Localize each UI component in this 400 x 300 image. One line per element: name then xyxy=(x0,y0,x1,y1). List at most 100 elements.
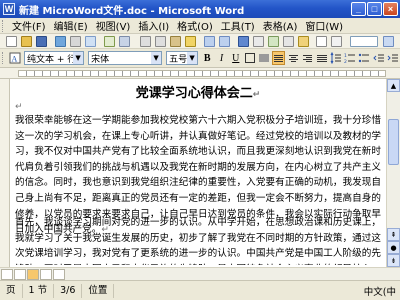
menu-window[interactable]: 窗口(W) xyxy=(301,18,347,33)
status-page-label: 页 xyxy=(6,284,16,296)
distributed-align-icon[interactable] xyxy=(315,51,327,65)
line-spacing-icon[interactable] xyxy=(330,51,342,65)
scroll-thumb[interactable] xyxy=(388,119,399,165)
bullets-icon[interactable] xyxy=(358,51,370,65)
status-position: 位置 xyxy=(82,283,115,298)
standard-toolbar xyxy=(0,34,400,49)
window-title: 新建 MicroWord文件.doc - Microsoft Word xyxy=(19,5,245,17)
align-justify-icon[interactable] xyxy=(272,51,285,65)
normal-view-icon[interactable] xyxy=(1,268,13,280)
status-language: 中文(中 xyxy=(363,287,396,298)
status-section: 1 节 xyxy=(23,283,55,298)
toolbar-grip xyxy=(2,52,5,64)
format-painter-icon[interactable] xyxy=(185,36,196,47)
previous-page-icon[interactable]: ⇞ xyxy=(387,228,400,241)
paragraph-mark-icon: ↵ xyxy=(15,102,23,112)
decrease-indent-icon[interactable] xyxy=(372,51,385,65)
menu-view[interactable]: 视图(V) xyxy=(92,18,135,33)
increase-indent-icon[interactable] xyxy=(387,51,399,65)
menu-table[interactable]: 表格(A) xyxy=(259,18,302,33)
status-page-count: 3/6 xyxy=(54,283,83,298)
next-page-icon[interactable]: ⇟ xyxy=(387,254,400,267)
title-bar: W 新建 MicroWord文件.doc - Microsoft Word _ … xyxy=(0,0,400,18)
document-paragraph: 首先，我谈谈学习期间对党的进一步的认识。从中学开始，在思想政治课和历史课上，我就… xyxy=(15,215,381,265)
window-controls: _ □ × xyxy=(351,2,398,16)
document-page[interactable]: 党课学习心得体会二↵ ↵ 我很荣幸能够在这一学期能参加我校党校第六十六期入党积极… xyxy=(11,79,385,267)
chevron-down-icon[interactable]: ▼ xyxy=(187,52,198,64)
undo-icon[interactable] xyxy=(204,36,215,47)
cut-icon[interactable] xyxy=(140,36,151,47)
horizontal-scrollbar[interactable] xyxy=(0,267,400,280)
ruler-scale xyxy=(18,70,386,77)
menu-format[interactable]: 格式(O) xyxy=(173,18,217,33)
drawing-icon[interactable] xyxy=(298,36,309,47)
menu-bar: 文件(F) 编辑(E) 视图(V) 插入(I) 格式(O) 工具(T) 表格(A… xyxy=(0,18,400,34)
research-icon[interactable] xyxy=(119,36,130,47)
svg-text:1: 1 xyxy=(344,53,347,59)
open-folder-icon[interactable] xyxy=(21,36,32,47)
chevron-down-icon[interactable]: ▼ xyxy=(73,52,84,64)
style-select[interactable]: 纯文本 + 行距 ▼ xyxy=(24,51,85,65)
hyperlink-icon[interactable] xyxy=(238,36,249,47)
word-app-icon[interactable]: W xyxy=(3,3,15,15)
web-layout-view-icon[interactable] xyxy=(14,268,26,280)
scroll-up-icon[interactable]: ▲ xyxy=(387,79,400,92)
vertical-scrollbar[interactable]: ▲ ⇞ ● ⇟ xyxy=(386,79,400,267)
document-map-icon[interactable] xyxy=(316,36,327,47)
redo-icon[interactable] xyxy=(219,36,230,47)
print-preview-icon[interactable] xyxy=(85,36,96,47)
reading-layout-view-icon[interactable] xyxy=(53,268,65,280)
menu-tools[interactable]: 工具(T) xyxy=(217,18,259,33)
browse-object-icon[interactable]: ● xyxy=(387,241,400,254)
close-button[interactable]: × xyxy=(383,2,398,16)
paragraph-2-text: 首先，我谈谈学习期间对党的进一步的认识。从中学开始，在思想政治课和历史课上，我就… xyxy=(15,217,381,265)
document-title-text: 党课学习心得体会二 xyxy=(135,86,253,101)
new-document-icon[interactable] xyxy=(6,36,17,47)
align-center-icon[interactable] xyxy=(287,51,299,65)
zoom-combo[interactable] xyxy=(350,36,378,47)
svg-text:2: 2 xyxy=(344,59,347,64)
maximize-button[interactable]: □ xyxy=(367,2,382,16)
bold-button[interactable]: B xyxy=(201,51,213,65)
font-select-value: 宋体 xyxy=(91,54,110,65)
copy-icon[interactable] xyxy=(155,36,166,47)
formatting-toolbar: A 纯文本 + 行距 ▼ 宋体 ▼ 五号 ▼ B I U 12 xyxy=(0,49,400,68)
status-page: 页 xyxy=(0,283,23,298)
table-icon[interactable] xyxy=(253,36,264,47)
styles-pane-icon[interactable]: A xyxy=(9,51,21,65)
underline-button[interactable]: U xyxy=(230,51,242,65)
italic-button[interactable]: I xyxy=(215,51,227,65)
align-right-icon[interactable] xyxy=(301,51,313,65)
minimize-button[interactable]: _ xyxy=(351,2,366,16)
menu-file[interactable]: 文件(F) xyxy=(8,18,50,33)
paste-icon[interactable] xyxy=(170,36,181,47)
outline-view-icon[interactable] xyxy=(40,268,52,280)
character-shading-icon[interactable] xyxy=(258,51,270,65)
character-border-icon[interactable] xyxy=(244,51,256,65)
numbering-icon[interactable]: 12 xyxy=(344,51,356,65)
status-bar: 页 1 节 3/6 位置 中文(中 xyxy=(0,280,400,300)
save-icon[interactable] xyxy=(36,36,47,47)
font-select[interactable]: 宋体 ▼ xyxy=(88,51,163,65)
document-title: 党课学习心得体会二↵ xyxy=(11,82,385,101)
svg-text:A: A xyxy=(11,55,17,64)
horizontal-ruler[interactable] xyxy=(0,68,400,79)
chevron-down-icon[interactable]: ▼ xyxy=(151,52,162,64)
paragraph-mark-icon: ↵ xyxy=(252,90,261,100)
menu-grip xyxy=(2,19,5,32)
font-size-value: 五号 xyxy=(169,54,188,65)
permission-icon[interactable] xyxy=(55,36,66,47)
show-hide-icon[interactable] xyxy=(331,36,342,47)
menu-insert[interactable]: 插入(I) xyxy=(134,18,173,33)
font-size-select[interactable]: 五号 ▼ xyxy=(166,51,199,65)
menu-edit[interactable]: 编辑(E) xyxy=(50,18,92,33)
print-layout-view-icon[interactable] xyxy=(27,268,39,280)
status-right: 中文(中 xyxy=(364,284,396,298)
document-paragraph: 我很荣幸能够在这一学期能参加我校党校第六十六期入党积极分子培训班，我十分珍惜这一… xyxy=(15,113,381,235)
help-icon[interactable] xyxy=(383,36,394,47)
columns-icon[interactable] xyxy=(283,36,294,47)
spelling-icon[interactable] xyxy=(104,36,115,47)
excel-icon[interactable] xyxy=(268,36,279,47)
print-icon[interactable] xyxy=(70,36,81,47)
vertical-ruler[interactable] xyxy=(0,79,10,267)
